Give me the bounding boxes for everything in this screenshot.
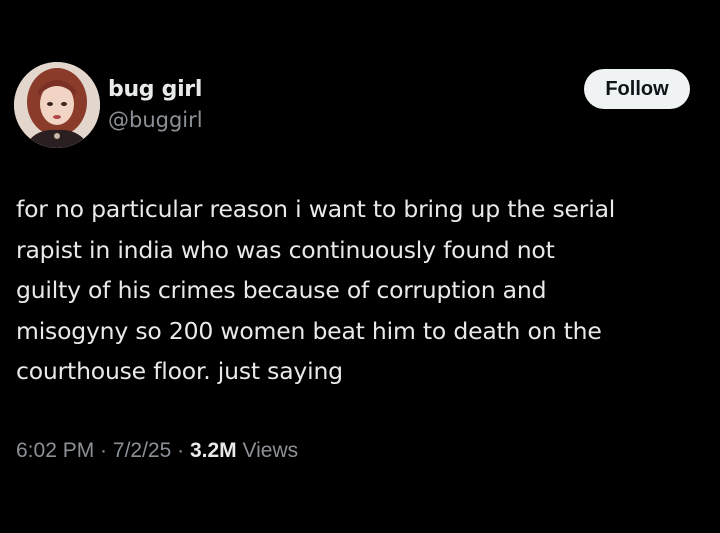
tweet-text-line: courthouse floor. just saying [16, 357, 343, 385]
tweet-meta: 6:02 PM · 7/2/25 · 3.2M Views [16, 436, 298, 466]
tweet-header: bug girl @buggirl Follow [14, 62, 694, 152]
meta-separator: · [171, 439, 190, 462]
avatar-image [14, 62, 100, 148]
handle[interactable]: @buggirl [108, 106, 203, 134]
tweet-text-line: for no particular reason i want to bring… [16, 195, 616, 223]
timestamp-date[interactable]: 7/2/25 [113, 439, 171, 462]
tweet-text-line: guilty of his crimes because of corrupti… [16, 276, 547, 304]
timestamp-time[interactable]: 6:02 PM [16, 439, 94, 462]
views-label: Views [236, 439, 299, 462]
tweet-text-line: misogyny so 200 women beat him to death … [16, 316, 602, 345]
author-names: bug girl @buggirl [108, 76, 203, 134]
tweet-text-line: rapist in india who was continuously fou… [16, 235, 555, 264]
meta-separator: · [94, 439, 113, 462]
follow-button[interactable]: Follow [584, 69, 690, 109]
tweet-text: for no particular reason i want to bring… [16, 189, 706, 392]
views-count: 3.2M [189, 439, 237, 462]
avatar[interactable] [14, 62, 100, 148]
display-name[interactable]: bug girl [108, 76, 203, 104]
